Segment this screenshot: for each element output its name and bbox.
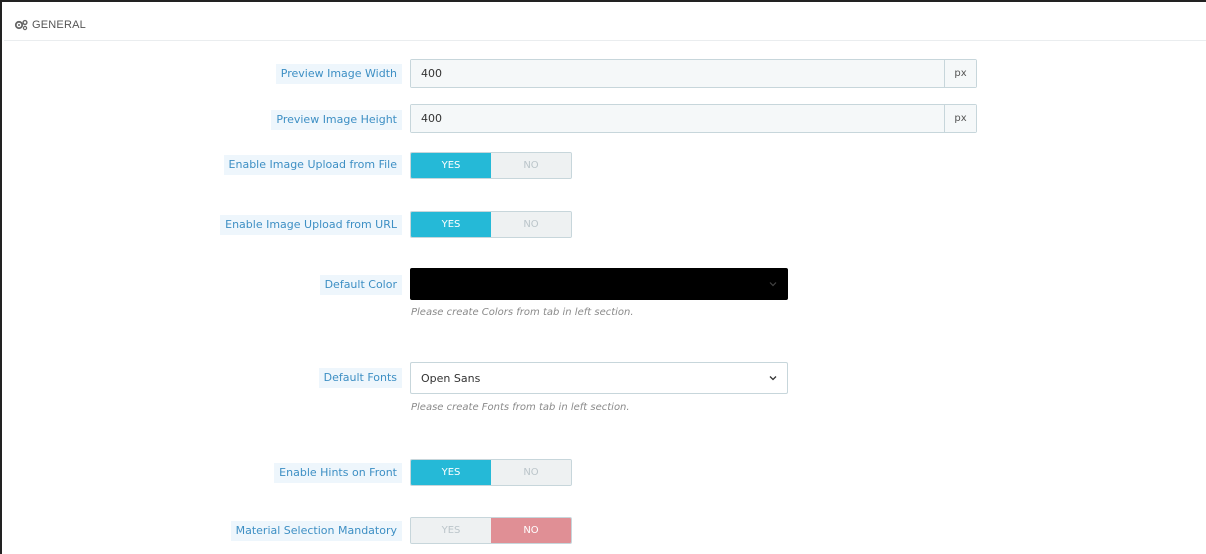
hints-front-switch[interactable]: YES NO [410,459,572,486]
preview-width-group: px [410,59,977,88]
preview-height-input[interactable] [411,105,944,132]
material-mandatory-switch[interactable]: YES NO [410,517,572,544]
chevron-down-icon [769,282,777,287]
upload-file-no[interactable]: NO [491,153,571,178]
general-panel: GENERAL Preview Image Width px Preview I… [0,0,1206,554]
preview-width-unit: px [944,60,976,87]
material-mandatory-yes[interactable]: YES [411,518,491,543]
material-mandatory-label: Material Selection Mandatory [230,521,402,541]
upload-url-switch[interactable]: YES NO [410,211,572,238]
upload-file-label: Enable Image Upload from File [223,155,402,175]
preview-height-label: Preview Image Height [271,110,402,130]
preview-height-unit: px [944,105,976,132]
panel-title: GENERAL [32,19,86,31]
default-color-select[interactable] [410,268,788,300]
hints-front-no[interactable]: NO [491,460,571,485]
default-fonts-label: Default Fonts [318,368,402,388]
preview-width-label: Preview Image Width [275,64,402,84]
material-mandatory-no[interactable]: NO [491,518,571,543]
panel-heading: GENERAL [14,16,86,34]
heading-divider [4,40,1206,41]
upload-file-switch[interactable]: YES NO [410,152,572,179]
hints-front-yes[interactable]: YES [411,460,491,485]
preview-height-group: px [410,104,977,133]
upload-url-yes[interactable]: YES [411,212,491,237]
upload-url-no[interactable]: NO [491,212,571,237]
upload-url-label: Enable Image Upload from URL [220,215,402,235]
default-fonts-select[interactable]: Open Sans [410,362,788,394]
gears-icon [14,19,28,31]
default-color-label: Default Color [319,275,402,295]
default-fonts-help: Please create Fonts from tab in left sec… [411,402,630,413]
preview-width-input[interactable] [411,60,944,87]
hints-front-label: Enable Hints on Front [274,463,402,483]
chevron-down-icon [769,376,777,381]
upload-file-yes[interactable]: YES [411,153,491,178]
default-color-help: Please create Colors from tab in left se… [411,307,634,318]
default-fonts-value: Open Sans [421,371,481,385]
